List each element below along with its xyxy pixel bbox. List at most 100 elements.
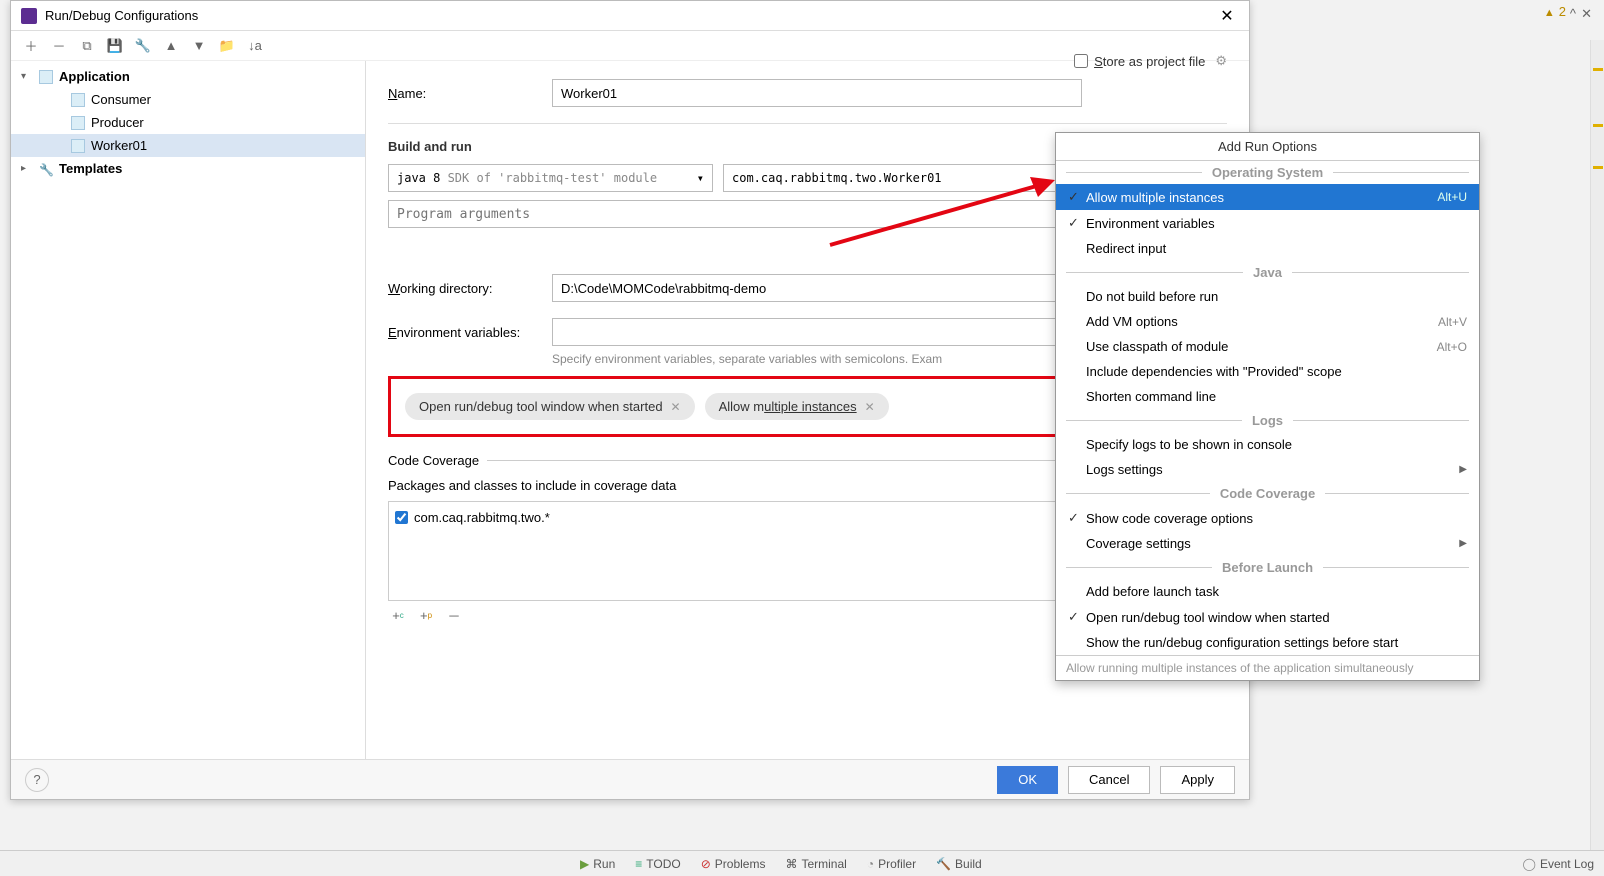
build-run-title: Build and run	[388, 139, 472, 154]
chip-open-tool-window[interactable]: Open run/debug tool window when started …	[405, 393, 695, 420]
sort-icon[interactable]: ↓a	[245, 36, 265, 56]
option-allow-multiple[interactable]: ✓ Allow multiple instances Alt+U	[1056, 184, 1479, 210]
editor-gutter	[1590, 40, 1604, 850]
status-problems[interactable]: ⊘Problems	[691, 857, 776, 871]
config-toolbar: ＋ － ⧉ 💾 🔧 ▲ ▼ 📁 ↓a	[11, 31, 1249, 61]
application-icon	[39, 70, 53, 84]
remove-coverage-icon[interactable]: －	[444, 605, 464, 625]
dialog-title: Run/Debug Configurations	[45, 8, 1215, 23]
sdk-select[interactable]: java 8 SDK of 'rabbitmq-test' module ▾	[388, 164, 713, 192]
tree-label: Worker01	[91, 138, 147, 153]
option-specify-logs[interactable]: Specify logs to be shown in console	[1056, 432, 1479, 457]
main-class-value: com.caq.rabbitmq.two.Worker01	[732, 171, 942, 185]
tree-node-producer[interactable]: Producer	[11, 111, 365, 134]
code-coverage-title: Code Coverage	[388, 453, 479, 468]
popup-group-coverage: Code Coverage	[1056, 482, 1479, 505]
option-vm-options[interactable]: Add VM optionsAlt+V	[1056, 309, 1479, 334]
remove-chip-icon[interactable]: ✕	[865, 400, 875, 414]
folder-icon[interactable]: 📁	[217, 36, 237, 56]
add-package-icon[interactable]: +p	[416, 605, 436, 625]
tree-node-templates[interactable]: ▸ Templates	[11, 157, 365, 180]
add-run-options-popup: Add Run Options Operating System ✓ Allow…	[1055, 132, 1480, 681]
tree-node-worker01[interactable]: Worker01	[11, 134, 365, 157]
popup-group-logs: Logs	[1056, 409, 1479, 432]
option-no-build[interactable]: Do not build before run	[1056, 284, 1479, 309]
status-todo[interactable]: ≡TODO	[625, 857, 690, 871]
help-icon[interactable]: ?	[25, 768, 49, 792]
chevron-right-icon: ▸	[21, 163, 33, 174]
chevron-right-icon: ▶	[1459, 464, 1467, 475]
close-hints-icon[interactable]: ✕	[1581, 6, 1592, 22]
name-input[interactable]	[552, 79, 1082, 107]
copy-icon[interactable]: ⧉	[77, 36, 97, 56]
coverage-checkbox[interactable]	[395, 511, 408, 524]
chevron-right-icon: ▶	[1459, 538, 1467, 549]
remove-icon[interactable]: －	[49, 36, 69, 56]
status-profiler[interactable]: ◔Profiler	[857, 857, 926, 871]
option-env-vars[interactable]: ✓ Environment variables	[1056, 210, 1479, 236]
up-icon[interactable]: ▲	[161, 36, 181, 56]
popup-group-os: Operating System	[1056, 161, 1479, 184]
tree-label-application: Application	[59, 69, 130, 84]
option-redirect-input[interactable]: Redirect input	[1056, 236, 1479, 261]
popup-group-java: Java	[1056, 261, 1479, 284]
tree-node-application[interactable]: ▾ Application	[11, 65, 365, 88]
tree-label-templates: Templates	[59, 161, 122, 176]
add-class-icon[interactable]: +c	[388, 605, 408, 625]
option-show-coverage[interactable]: ✓Show code coverage options	[1056, 505, 1479, 531]
name-label: Name:	[388, 86, 538, 101]
warning-count: 2	[1559, 4, 1566, 19]
option-logs-settings[interactable]: Logs settings▶	[1056, 457, 1479, 482]
chevron-down-icon: ▾	[21, 71, 33, 82]
tree-node-consumer[interactable]: Consumer	[11, 88, 365, 111]
option-show-before[interactable]: Show the run/debug configuration setting…	[1056, 630, 1479, 655]
store-project-file-row: Store as project file ⚙	[1074, 53, 1227, 69]
popup-group-before: Before Launch	[1056, 556, 1479, 579]
popup-title: Add Run Options	[1056, 133, 1479, 161]
add-icon[interactable]: ＋	[21, 36, 41, 56]
close-icon[interactable]: ✕	[1215, 4, 1239, 28]
remove-chip-icon[interactable]: ✕	[671, 400, 681, 414]
dialog-footer: ? OK Cancel Apply	[11, 759, 1249, 799]
chevron-down-icon: ▾	[697, 171, 704, 185]
option-coverage-settings[interactable]: Coverage settings▶	[1056, 531, 1479, 556]
store-project-file-checkbox[interactable]	[1074, 54, 1088, 68]
intellij-icon	[21, 8, 37, 24]
apply-button[interactable]: Apply	[1160, 766, 1235, 794]
status-run[interactable]: ▶Run	[570, 857, 625, 871]
tree-label: Consumer	[91, 92, 151, 107]
option-add-before[interactable]: Add before launch task	[1056, 579, 1479, 604]
working-dir-label: Working directory:	[388, 281, 538, 296]
ok-button[interactable]: OK	[997, 766, 1058, 794]
gear-icon[interactable]: ⚙	[1215, 53, 1227, 69]
chip-allow-multiple[interactable]: Allow multiple instances ✕	[705, 393, 889, 420]
option-open-tool[interactable]: ✓Open run/debug tool window when started	[1056, 604, 1479, 630]
popup-hint: Allow running multiple instances of the …	[1056, 655, 1479, 680]
check-icon: ✓	[1068, 215, 1086, 231]
collapse-icon[interactable]: ^	[1570, 6, 1576, 21]
config-tree: ▾ Application Consumer Producer Worker01…	[11, 61, 366, 759]
option-include-provided[interactable]: Include dependencies with "Provided" sco…	[1056, 359, 1479, 384]
down-icon[interactable]: ▼	[189, 36, 209, 56]
status-build[interactable]: 🔨Build	[926, 857, 992, 871]
tree-label: Producer	[91, 115, 144, 130]
store-project-file-label: Store as project file	[1094, 54, 1205, 69]
wrench-icon[interactable]: 🔧	[133, 36, 153, 56]
application-icon	[71, 139, 85, 153]
check-icon: ✓	[1068, 609, 1086, 625]
check-icon: ✓	[1068, 189, 1086, 205]
application-icon	[71, 116, 85, 130]
save-icon[interactable]: 💾	[105, 36, 125, 56]
templates-icon	[39, 162, 53, 176]
cancel-button[interactable]: Cancel	[1068, 766, 1150, 794]
status-event-log[interactable]: ◯Event Log	[1513, 857, 1604, 871]
env-label: Environment variables:	[388, 325, 538, 340]
option-classpath[interactable]: Use classpath of moduleAlt+O	[1056, 334, 1479, 359]
inspection-warnings[interactable]: 2	[1544, 4, 1566, 19]
check-icon: ✓	[1068, 510, 1086, 526]
status-terminal[interactable]: ⌘Terminal	[775, 857, 856, 871]
option-shorten-cmd[interactable]: Shorten command line	[1056, 384, 1479, 409]
warning-icon	[1544, 4, 1555, 19]
chip-label: Allow multiple instances	[719, 399, 857, 414]
status-bar: ▶Run ≡TODO ⊘Problems ⌘Terminal ◔Profiler…	[0, 850, 1604, 876]
